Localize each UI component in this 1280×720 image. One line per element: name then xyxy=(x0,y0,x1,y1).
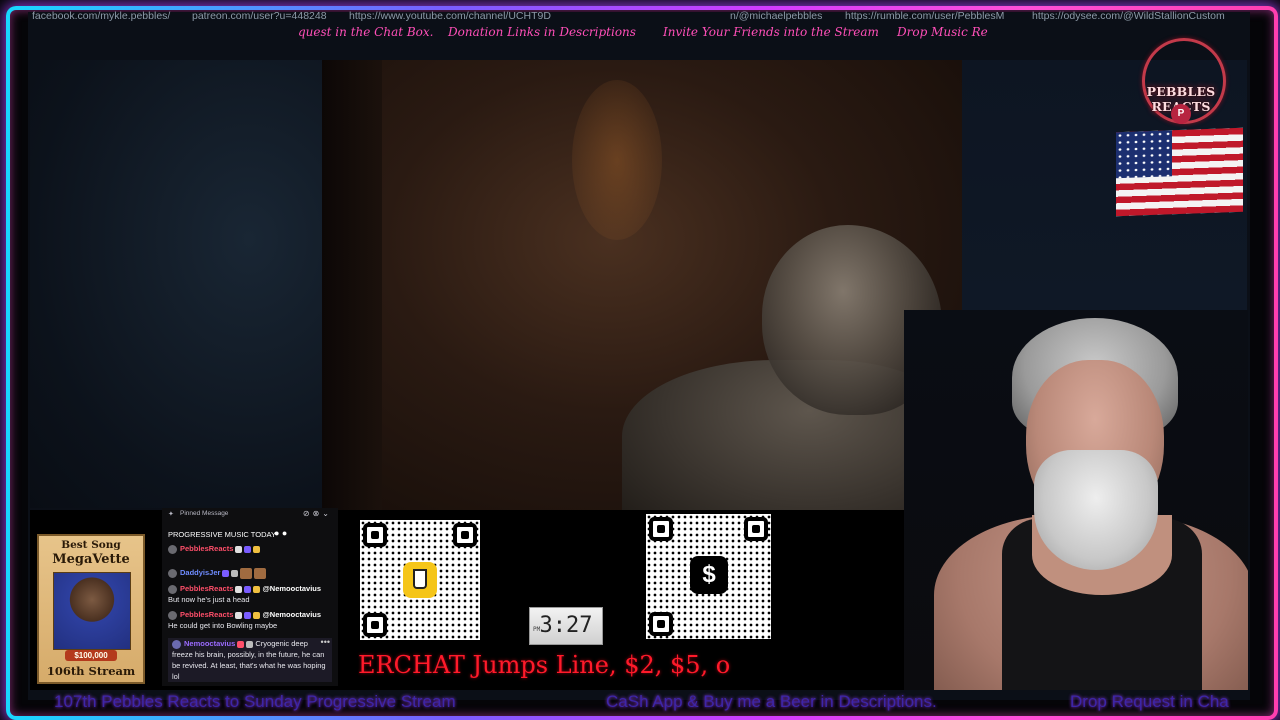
top-ticker: quest in the Chat Box. Donation Links in… xyxy=(298,25,1018,41)
badge-portrait xyxy=(53,572,131,650)
background-panel-left xyxy=(30,60,322,508)
avatar xyxy=(168,584,177,594)
badge-icon xyxy=(222,569,230,577)
stream-clock: PM 3:27 xyxy=(529,607,603,645)
chat-message: PebblesReacts @Nemooctavius But now he's… xyxy=(168,583,332,605)
bottom-ticker: 107th Pebbles Reacts to Sunday Progressi… xyxy=(30,690,1248,714)
best-song-badge: Best Song MegaVette $100,000 106th Strea… xyxy=(37,534,145,684)
pinned-message-author: PebblesReacts xyxy=(168,543,332,554)
qr-finder xyxy=(744,517,768,541)
badge-icon xyxy=(237,640,245,648)
avatar xyxy=(168,568,177,578)
video-player[interactable] xyxy=(322,60,962,510)
ticker-item: Invite Your Friends into the Stream xyxy=(663,25,879,39)
badge-icon xyxy=(244,545,252,553)
us-flag-icon xyxy=(1116,127,1243,217)
badge-icon xyxy=(235,611,243,619)
badge-title: Best Song xyxy=(61,539,121,551)
chat-panel: ✦ Pinned Message ⊘⊗⌄ PROGRESSIVE MUSIC T… xyxy=(162,508,338,686)
chat-username[interactable]: Nemooctavius xyxy=(184,639,235,648)
emote-icon xyxy=(240,567,253,579)
video-scene-door xyxy=(322,60,382,510)
chat-username[interactable]: DaddyisJer xyxy=(180,568,220,577)
ticker-item: Drop Music Re xyxy=(897,25,988,39)
chat-message: PebblesReacts @Nemooctavius He could get… xyxy=(168,609,332,631)
ticker-item: Drop Request in Cha xyxy=(1070,692,1229,711)
emote-icon: ● ● xyxy=(274,528,288,538)
badge-icon xyxy=(253,611,261,619)
clock-ampm: PM xyxy=(533,626,541,633)
qr-finder xyxy=(453,523,477,547)
badge-money: $100,000 xyxy=(65,650,117,661)
video-scene-light xyxy=(572,80,662,240)
badge-icon xyxy=(244,611,252,619)
chat-mention[interactable]: @Nemooctavius xyxy=(262,610,321,619)
chat-message: DaddyisJer xyxy=(168,567,332,579)
chat-username[interactable]: PebblesReacts xyxy=(180,544,233,553)
chat-mention[interactable]: @Nemooctavius xyxy=(262,584,321,593)
more-options-icon[interactable]: ••• xyxy=(321,637,330,647)
odysee-link: https://odysee.com/@WildStallionCustom xyxy=(1032,10,1225,22)
pinned-message-text: PROGRESSIVE MUSIC TODAY xyxy=(168,530,276,539)
qr-code-cash-app[interactable]: $ xyxy=(646,514,771,639)
ticker-item: 107th Pebbles Reacts to Sunday Progressi… xyxy=(54,692,456,711)
flag-canton xyxy=(1116,130,1172,179)
cup-shape xyxy=(413,569,427,589)
pinned-header: Pinned Message xyxy=(180,510,229,517)
badge-icon xyxy=(244,585,252,593)
badge-icon xyxy=(231,569,239,577)
pin-icon: ✦ xyxy=(168,511,174,518)
patreon-link: patreon.com/user?u=448248 xyxy=(192,10,327,22)
avatar xyxy=(168,610,177,620)
chat-message-text: But now he's just a head xyxy=(168,595,250,604)
youtube-link: https://www.youtube.com/channel/UCHT9D xyxy=(349,10,551,22)
logo-letter: P xyxy=(1171,104,1191,124)
webcam-person-beard xyxy=(1034,450,1158,570)
badge-icon xyxy=(253,545,261,553)
avatar xyxy=(172,639,181,649)
qr-code-buy-beer[interactable] xyxy=(360,520,480,640)
chat-username[interactable]: PebblesReacts xyxy=(180,610,233,619)
dollar-icon: $ xyxy=(690,556,728,594)
ticker-item: quest in the Chat Box. xyxy=(298,25,434,39)
chat-message-text: He could get into Bowling maybe xyxy=(168,621,278,630)
clock-time: 3:27 xyxy=(539,613,593,638)
badge-icon xyxy=(253,585,261,593)
qr-finder xyxy=(649,517,673,541)
webcam-feed xyxy=(904,310,1248,690)
chat-header-controls[interactable]: ⊘⊗⌄ xyxy=(303,509,332,518)
emote-icon xyxy=(254,567,267,579)
qr-finder xyxy=(363,523,387,547)
qr-finder xyxy=(649,612,673,636)
chat-request-ticker: ERCHAT Jumps Line, $2, $5, o xyxy=(358,651,731,679)
badge-icon xyxy=(235,585,243,593)
pebbles-reacts-logo: PEBBLES REACTS P xyxy=(1118,36,1244,126)
badge-icon xyxy=(246,640,254,648)
chat-message-highlighted: Nemooctavius Cryogenic deep freeze his b… xyxy=(168,638,332,682)
ticker-item: Donation Links in Descriptions xyxy=(448,25,636,39)
chat-username[interactable]: PebblesReacts xyxy=(180,584,233,593)
badge-icon xyxy=(235,545,243,553)
handle-link: n/@michaelpebbles xyxy=(730,10,823,22)
facebook-link: facebook.com/mykle.pebbles/ xyxy=(32,10,171,22)
badge-song-name: MegaVette xyxy=(52,552,130,567)
qr-finder xyxy=(363,613,387,637)
badge-stream-number: 106th Stream xyxy=(46,664,136,678)
beer-cup-icon xyxy=(403,562,437,598)
social-links-bar: facebook.com/mykle.pebbles/ patreon.com/… xyxy=(32,10,1248,24)
avatar xyxy=(168,544,177,554)
ticker-item: CaSh App & Buy me a Beer in Descriptions… xyxy=(606,692,937,711)
rumble-link: https://rumble.com/user/PebblesM xyxy=(845,10,1005,22)
